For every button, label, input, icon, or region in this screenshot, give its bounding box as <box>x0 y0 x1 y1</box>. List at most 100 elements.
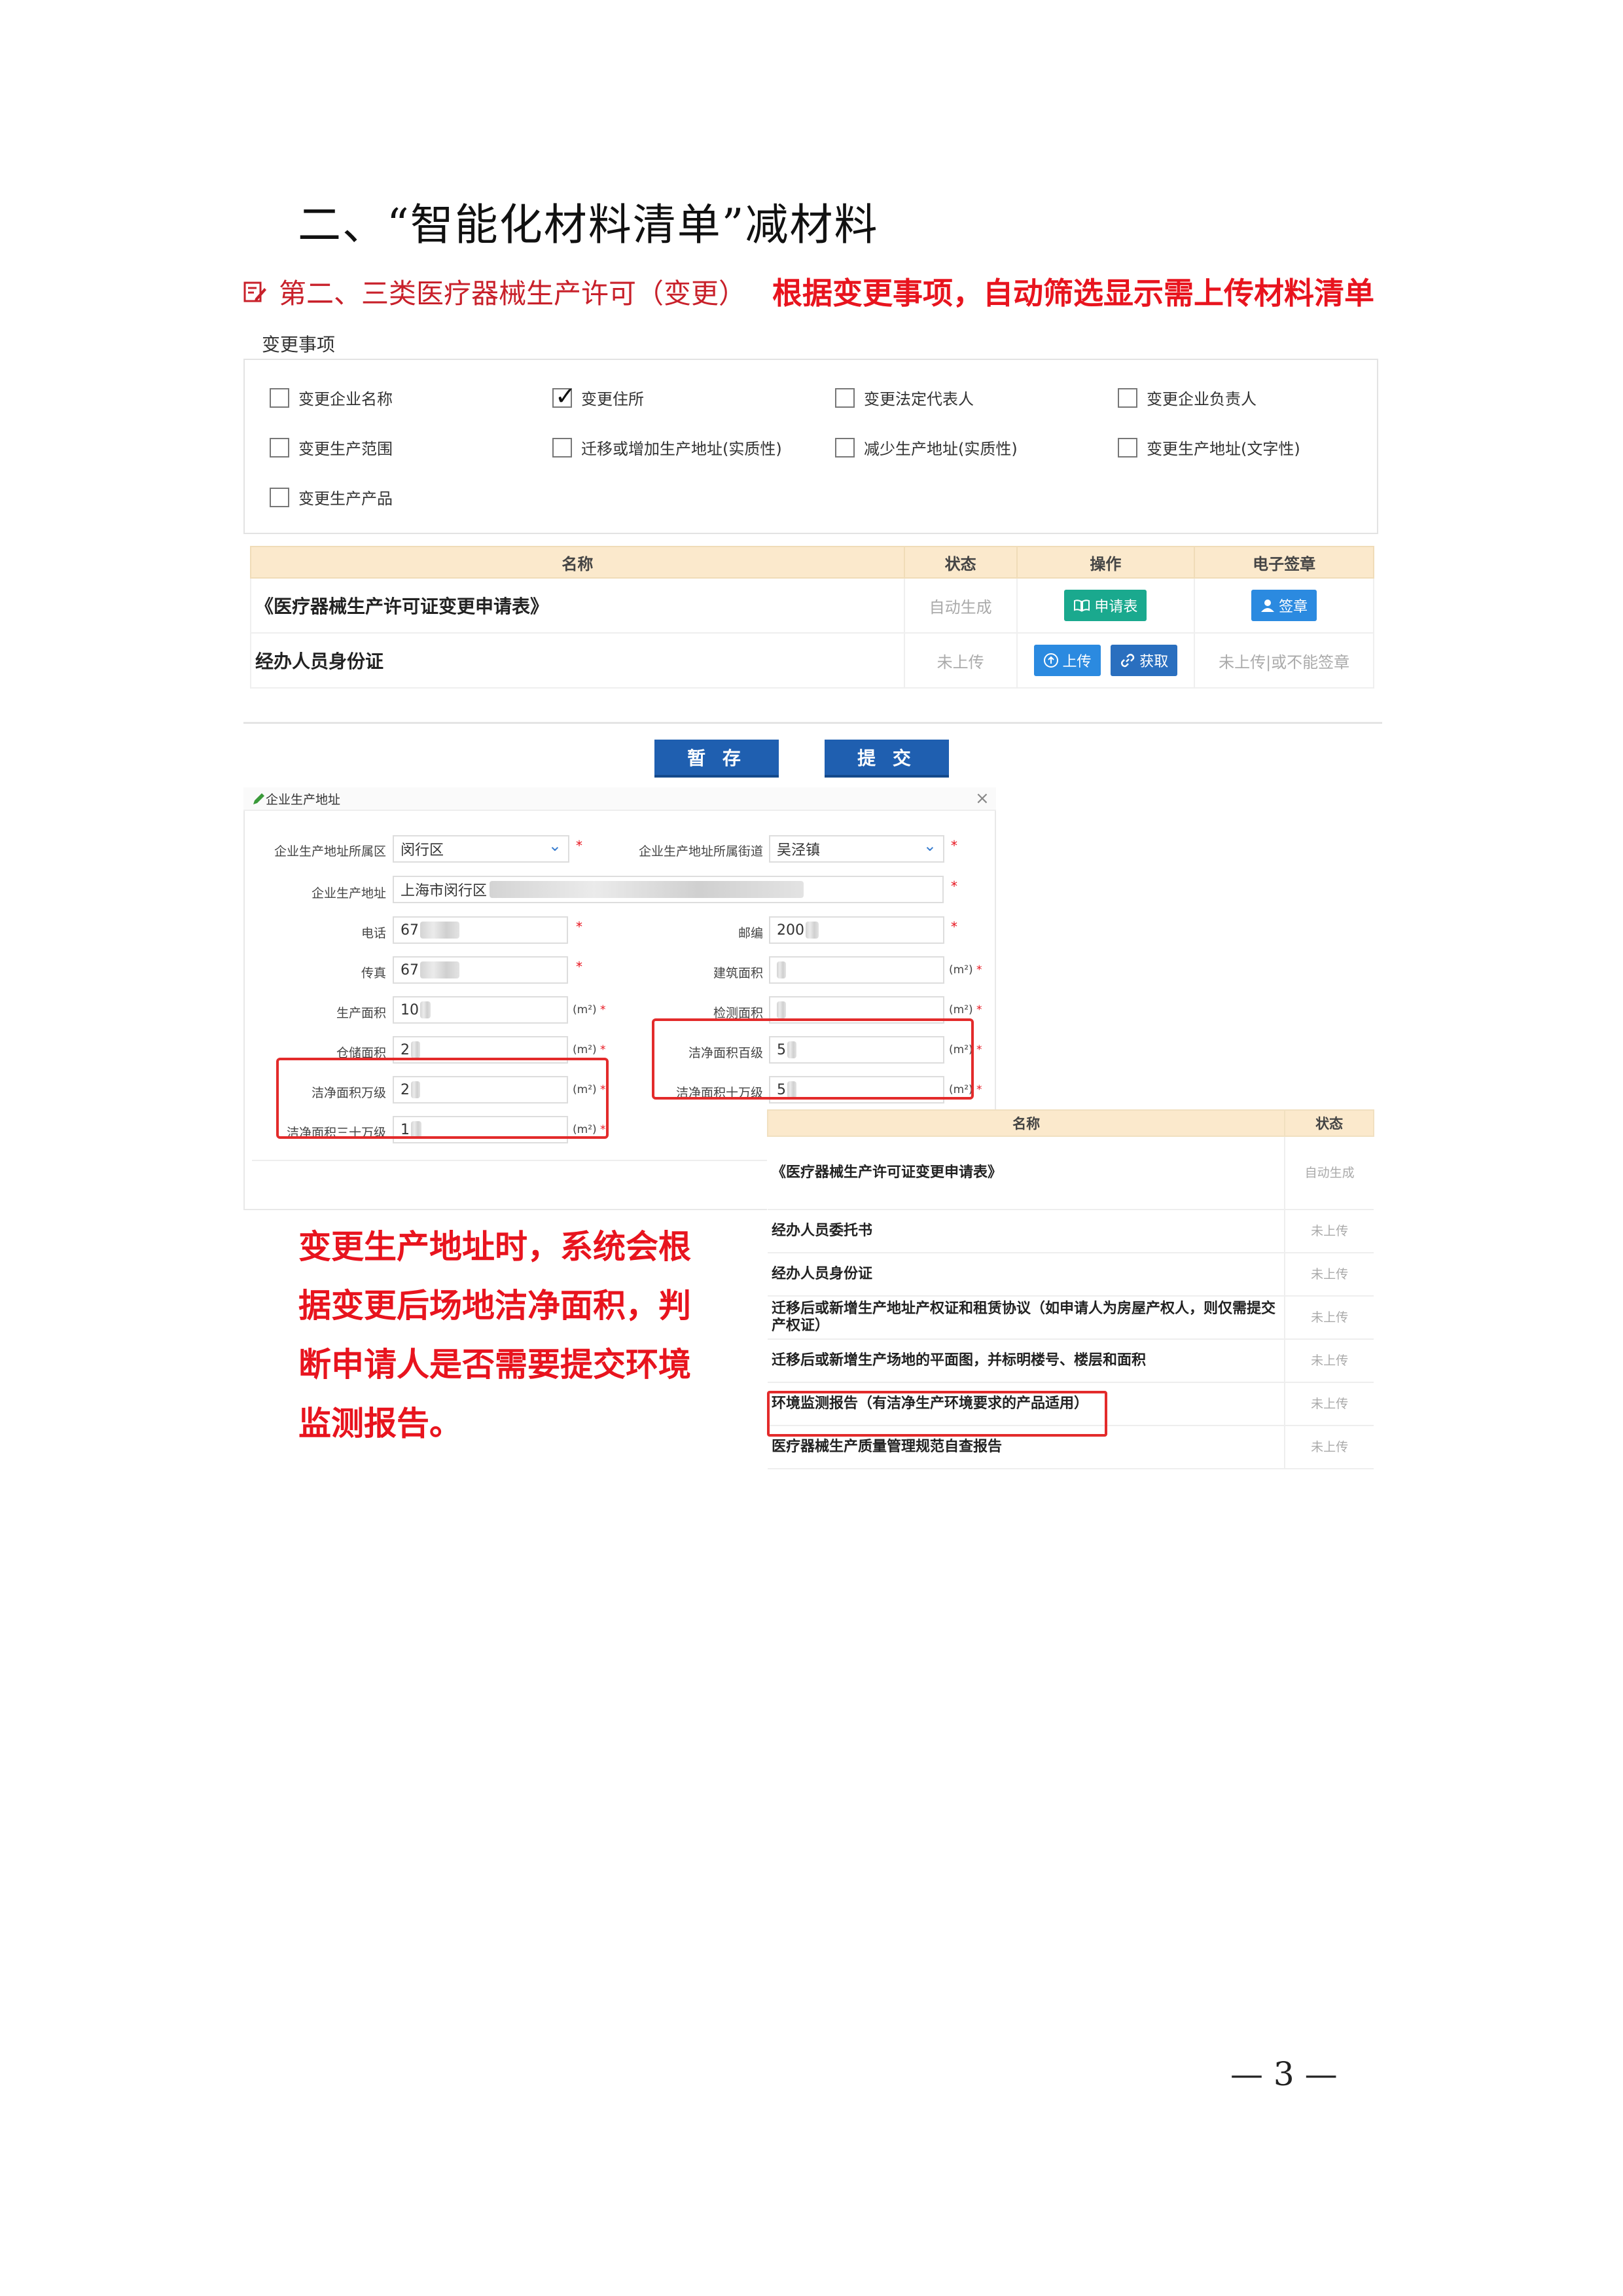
checkbox[interactable] <box>835 437 855 457</box>
table-row: 经办人员委托书 未上传 <box>768 1210 1374 1253</box>
table-header-row: 名称 状态 操作 电子签章 <box>250 546 1374 579</box>
divider <box>243 722 1382 724</box>
material-status: 未上传 <box>903 632 1018 689</box>
material-name: 《医疗器械生产许可证变更申请表》 <box>250 577 905 634</box>
table-row: 经办人员身份证 未上传 <box>768 1253 1374 1297</box>
material-actions: 申请表 <box>1016 577 1196 634</box>
form-title: 企业生产地址 <box>251 790 340 808</box>
column-header-signature: 电子签章 <box>1194 546 1374 579</box>
redacted-text <box>420 922 459 939</box>
user-icon <box>1261 600 1275 612</box>
link-icon <box>1121 653 1135 668</box>
warehouse-area-value: 2 <box>401 1041 410 1058</box>
form-title-text: 企业生产地址 <box>266 793 341 807</box>
checkbox-label: 减少生产地址(实质性) <box>864 440 1018 458</box>
material-status: 未上传 <box>1284 1426 1374 1469</box>
checkbox[interactable] <box>1118 437 1137 457</box>
fax-label: 传真 <box>361 966 386 980</box>
postcode-value: 200 <box>777 922 804 939</box>
button-label: 获取 <box>1139 654 1169 670</box>
address-input[interactable]: 上海市闵行区 <box>393 876 944 903</box>
building-area-input[interactable] <box>769 956 944 984</box>
material-status: 自动生成 <box>903 577 1018 634</box>
table-row: 迁移后或新增生产地址产权证和租赁协议（如申请人为房屋产权人，则仅需提交产权证） … <box>768 1296 1374 1340</box>
redacted-text <box>420 961 459 978</box>
required-mark: * <box>576 838 582 853</box>
material-name: 迁移后或新增生产地址产权证和租赁协议（如申请人为房屋产权人，则仅需提交产权证） <box>768 1296 1285 1340</box>
required-mark: * <box>576 919 582 935</box>
address-value: 上海市闵行区 <box>401 883 488 899</box>
material-status: 未上传 <box>1284 1339 1374 1383</box>
material-signature: 未上传|或不能签章 <box>1194 632 1374 689</box>
production-area-input[interactable]: 10 <box>393 996 568 1024</box>
building-area-label: 建筑面积 <box>713 966 763 980</box>
checkbox-label: 迁移或增加生产地址(实质性) <box>581 440 782 458</box>
upload-button[interactable]: 上传 <box>1033 645 1101 676</box>
checkbox[interactable] <box>1118 387 1137 408</box>
district-value: 闵行区 <box>401 842 444 859</box>
material-name: 经办人员身份证 <box>250 632 905 689</box>
application-form-button[interactable]: 申请表 <box>1064 590 1147 621</box>
button-label: 上传 <box>1062 654 1092 670</box>
change-items-label: 变更事项 <box>262 334 336 355</box>
callout-bottom: 变更生产地址时，系统会根据变更后场地洁净面积，判断申请人是否需要提交环境监测报告… <box>298 1228 691 1443</box>
phone-value: 67 <box>401 922 419 939</box>
unit-label: (m²) * <box>949 1003 982 1016</box>
required-mark: * <box>576 959 582 975</box>
checkbox[interactable] <box>835 387 855 408</box>
production-area-label: 生产面积 <box>336 1006 386 1020</box>
redacted-text <box>411 1041 420 1058</box>
checkbox-relocate-add-address[interactable]: 迁移或增加生产地址(实质性) <box>552 436 782 459</box>
change-items-panel: 变更企业名称 变更住所 变更法定代表人 变更企业负责人 变更生产范围 迁移或增加… <box>243 359 1378 534</box>
fax-value: 67 <box>401 961 419 978</box>
pencil-icon <box>253 793 264 804</box>
checkbox-reduce-address[interactable]: 减少生产地址(实质性) <box>835 436 1018 459</box>
phone-input[interactable]: 67 <box>393 916 568 944</box>
highlight-box-env-report <box>767 1391 1107 1437</box>
table-row: 迁移后或新增生产场地的平面图，并标明楼号、楼层和面积 未上传 <box>768 1339 1374 1383</box>
district-select[interactable]: 闵行区 <box>393 835 569 863</box>
checkbox-change-legal-rep[interactable]: 变更法定代表人 <box>835 386 974 409</box>
checkbox-label: 变更企业名称 <box>298 390 393 408</box>
sign-button[interactable]: 签章 <box>1251 590 1317 621</box>
fax-input[interactable]: 67 <box>393 956 568 984</box>
fetch-button[interactable]: 获取 <box>1111 645 1178 676</box>
subtitle-row: 第二、三类医疗器械生产许可（变更） 根据变更事项，自动筛选显示需上传材料清单 <box>242 272 1374 311</box>
table-row: 经办人员身份证 未上传 上传 获取 未上传|或不能签章 <box>250 632 1374 689</box>
postcode-input[interactable]: 200 <box>769 916 944 944</box>
checkbox-change-address-text[interactable]: 变更生产地址(文字性) <box>1118 436 1300 459</box>
callout-top: 根据变更事项，自动筛选显示需上传材料清单 <box>772 276 1375 311</box>
phone-label: 电话 <box>361 926 386 941</box>
redacted-text <box>490 881 804 898</box>
unit-label: (m²) * <box>573 1043 606 1056</box>
checkbox-change-residence[interactable]: 变更住所 <box>552 382 644 410</box>
checkbox-change-products[interactable]: 变更生产产品 <box>270 486 393 509</box>
checkbox-change-production-scope[interactable]: 变更生产范围 <box>270 436 393 459</box>
checkbox-change-company-name[interactable]: 变更企业名称 <box>270 386 393 409</box>
checkbox-label: 变更法定代表人 <box>864 390 974 408</box>
material-status: 未上传 <box>1284 1382 1374 1426</box>
material-name: 《医疗器械生产许可证变更申请表》 <box>768 1136 1285 1210</box>
column-header-status: 状态 <box>1284 1109 1374 1137</box>
checkbox[interactable] <box>270 487 289 507</box>
material-status: 未上传 <box>1284 1296 1374 1340</box>
column-header-actions: 操作 <box>1016 546 1196 579</box>
material-signature: 签章 <box>1194 577 1374 634</box>
checkbox[interactable] <box>552 437 572 457</box>
checkbox[interactable] <box>270 387 289 408</box>
checkbox[interactable] <box>270 437 289 457</box>
redacted-text <box>777 1001 786 1018</box>
save-draft-button[interactable]: 暂 存 <box>654 740 779 778</box>
button-label: 申请表 <box>1094 599 1138 615</box>
material-status: 未上传 <box>1284 1210 1374 1253</box>
checkbox-change-company-head[interactable]: 变更企业负责人 <box>1118 386 1257 409</box>
street-select[interactable]: 吴泾镇 <box>769 835 944 863</box>
redacted-text <box>806 922 819 939</box>
page-heading: 二、“智能化材料清单”减材料 <box>298 200 879 250</box>
checkbox-checked[interactable] <box>552 382 576 410</box>
checkbox-label: 变更住所 <box>581 390 644 408</box>
required-mark: * <box>951 878 957 894</box>
material-status: 未上传 <box>1284 1253 1374 1297</box>
close-icon[interactable]: × <box>975 789 990 808</box>
submit-button[interactable]: 提 交 <box>825 740 949 778</box>
